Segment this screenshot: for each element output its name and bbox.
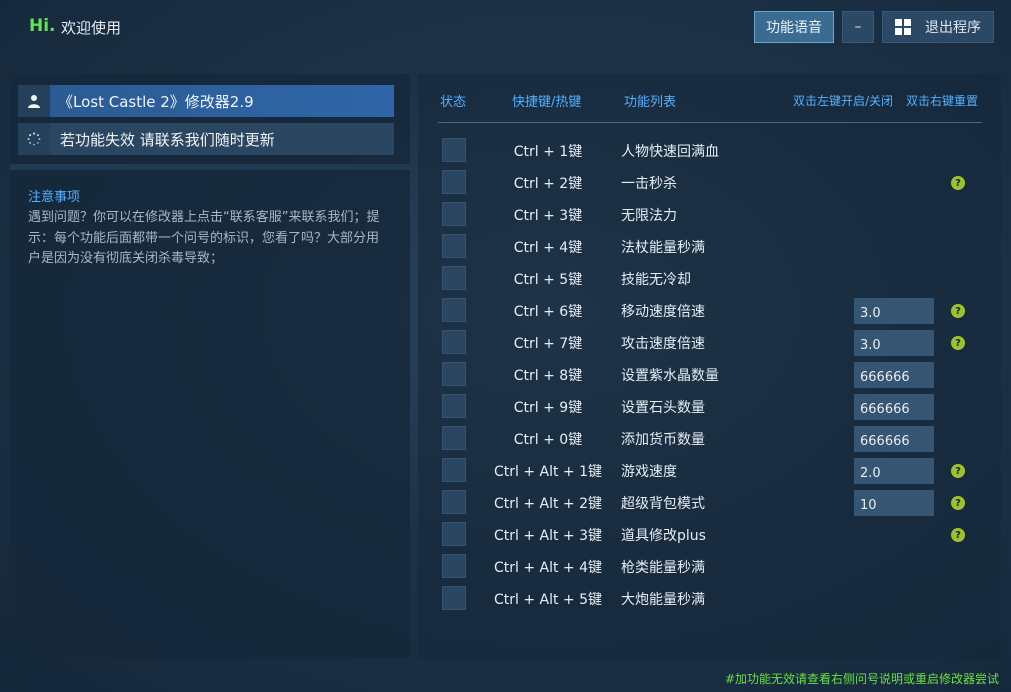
- hotkey-label: Ctrl + 7键: [513, 336, 583, 352]
- status-toggle[interactable]: [442, 426, 466, 450]
- function-row[interactable]: Ctrl + 4键 法杖能量秒满: [418, 234, 1001, 267]
- status-toggle[interactable]: [442, 266, 466, 290]
- info-panel: 《Lost Castle 2》修改器2.9 若功能失效 请联系我们随时更新 注意…: [10, 74, 410, 659]
- function-name: 枪类能量秒满: [621, 560, 705, 576]
- function-row[interactable]: Ctrl + Alt + 2键 超级背包模式?: [418, 490, 1001, 523]
- function-name: 超级背包模式: [621, 496, 705, 512]
- game-title-row: 《Lost Castle 2》修改器2.9: [18, 85, 394, 117]
- loading-spinner-icon: [18, 123, 50, 155]
- status-toggle[interactable]: [442, 362, 466, 386]
- function-name: 攻击速度倍速: [621, 336, 705, 352]
- function-row[interactable]: Ctrl + Alt + 5键 大炮能量秒满: [418, 586, 1001, 619]
- question-mark-icon[interactable]: ?: [951, 464, 965, 478]
- header-status: 状态: [440, 95, 467, 110]
- function-name: 游戏速度: [621, 464, 677, 480]
- function-name: 设置石头数量: [621, 400, 705, 416]
- footer-note: #加功能无效请查看右侧问号说明或重启修改器尝试: [724, 672, 999, 686]
- status-toggle[interactable]: [442, 458, 466, 482]
- status-toggle[interactable]: [442, 202, 466, 226]
- hotkey-label: Ctrl + Alt + 1键: [493, 464, 603, 480]
- question-mark-icon[interactable]: ?: [951, 336, 965, 350]
- hotkey-label: Ctrl + 4键: [513, 240, 583, 256]
- function-row[interactable]: Ctrl + 9键 设置石头数量: [418, 394, 1001, 427]
- hotkey-label: Ctrl + 1键: [513, 144, 583, 160]
- function-panel: 状态 快捷键/热键 功能列表 双击左键开启/关闭 双击右键重置 Ctrl + 1…: [418, 74, 1001, 659]
- question-mark-icon[interactable]: ?: [951, 176, 965, 190]
- value-input[interactable]: [854, 298, 934, 324]
- exit-button-label: 退出程序: [925, 20, 981, 36]
- exit-button[interactable]: 退出程序: [882, 11, 994, 43]
- question-mark-icon[interactable]: ?: [951, 304, 965, 318]
- header-hotkey: 快捷键/热键: [512, 95, 582, 110]
- function-name: 一击秒杀: [621, 176, 677, 192]
- header-divider: [438, 122, 982, 123]
- update-notice-row: 若功能失效 请联系我们随时更新: [18, 123, 394, 155]
- value-input[interactable]: [854, 394, 934, 420]
- hotkey-label: Ctrl + Alt + 4键: [493, 560, 603, 576]
- function-row[interactable]: Ctrl + 8键 设置紫水晶数量: [418, 362, 1001, 395]
- hi-logo: Hi.: [29, 16, 56, 36]
- status-toggle[interactable]: [442, 554, 466, 578]
- voice-button[interactable]: 功能语音: [754, 11, 834, 43]
- hotkey-label: Ctrl + 6键: [513, 304, 583, 320]
- hotkey-label: Ctrl + 8键: [513, 368, 583, 384]
- value-input[interactable]: [854, 330, 934, 356]
- hotkey-label: Ctrl + Alt + 3键: [493, 528, 603, 544]
- hotkey-label: Ctrl + 3键: [513, 208, 583, 224]
- function-row[interactable]: Ctrl + 1键 人物快速回满血: [418, 138, 1001, 171]
- header-toggle-hint: 双击左键开启/关闭: [793, 94, 894, 108]
- user-icon: [18, 85, 50, 117]
- title-bar: Hi. 欢迎使用 功能语音 – 退出程序: [0, 0, 1011, 58]
- hotkey-label: Ctrl + Alt + 5键: [493, 592, 603, 608]
- function-name: 技能无冷却: [621, 272, 691, 288]
- game-title: 《Lost Castle 2》修改器2.9: [50, 85, 394, 117]
- function-name: 设置紫水晶数量: [621, 368, 719, 384]
- header-reset-hint: 双击右键重置: [906, 94, 979, 108]
- function-row[interactable]: Ctrl + Alt + 4键 枪类能量秒满: [418, 554, 1001, 587]
- notes-body: 遇到问题？你可以在修改器上点击“联系客服”来联系我们；提示：每个功能后面都带一个…: [28, 210, 380, 266]
- question-mark-icon[interactable]: ?: [951, 496, 965, 510]
- status-toggle[interactable]: [442, 490, 466, 514]
- function-name: 添加货币数量: [621, 432, 705, 448]
- function-row[interactable]: Ctrl + 6键 移动速度倍速?: [418, 298, 1001, 331]
- value-input[interactable]: [854, 362, 934, 388]
- value-input[interactable]: [854, 458, 934, 484]
- function-row[interactable]: Ctrl + 5键 技能无冷却: [418, 266, 1001, 299]
- status-toggle[interactable]: [442, 138, 466, 162]
- function-name: 大炮能量秒满: [621, 592, 705, 608]
- status-toggle[interactable]: [442, 234, 466, 258]
- function-row[interactable]: Ctrl + 2键 一击秒杀?: [418, 170, 1001, 203]
- hotkey-label: Ctrl + 0键: [513, 432, 583, 448]
- header-functions: 功能列表: [624, 95, 677, 110]
- function-name: 人物快速回满血: [621, 144, 719, 160]
- function-row[interactable]: Ctrl + Alt + 3键 道具修改plus?: [418, 522, 1001, 555]
- function-row[interactable]: Ctrl + 0键 添加货币数量: [418, 426, 1001, 459]
- status-toggle[interactable]: [442, 586, 466, 610]
- notes-title: 注意事项: [28, 190, 81, 205]
- function-row[interactable]: Ctrl + 3键 无限法力: [418, 202, 1001, 235]
- status-toggle[interactable]: [442, 522, 466, 546]
- value-input[interactable]: [854, 490, 934, 516]
- status-toggle[interactable]: [442, 170, 466, 194]
- status-toggle[interactable]: [442, 394, 466, 418]
- panel-divider: [10, 164, 410, 170]
- welcome-text: 欢迎使用: [61, 19, 122, 37]
- function-name: 移动速度倍速: [621, 304, 705, 320]
- hotkey-label: Ctrl + Alt + 2键: [493, 496, 603, 512]
- function-name: 法杖能量秒满: [621, 240, 705, 256]
- function-name: 无限法力: [621, 208, 677, 224]
- hotkey-label: Ctrl + 2键: [513, 176, 583, 192]
- value-input[interactable]: [854, 426, 934, 452]
- minimize-button[interactable]: –: [842, 11, 874, 43]
- function-row[interactable]: Ctrl + 7键 攻击速度倍速?: [418, 330, 1001, 363]
- hotkey-label: Ctrl + 5键: [513, 272, 583, 288]
- function-row[interactable]: Ctrl + Alt + 1键 游戏速度?: [418, 458, 1001, 491]
- status-toggle[interactable]: [442, 298, 466, 322]
- windows-logo-icon: [895, 19, 911, 35]
- hotkey-label: Ctrl + 9键: [513, 400, 583, 416]
- status-toggle[interactable]: [442, 330, 466, 354]
- function-name: 道具修改plus: [621, 528, 706, 544]
- question-mark-icon[interactable]: ?: [951, 528, 965, 542]
- update-notice: 若功能失效 请联系我们随时更新: [50, 123, 394, 155]
